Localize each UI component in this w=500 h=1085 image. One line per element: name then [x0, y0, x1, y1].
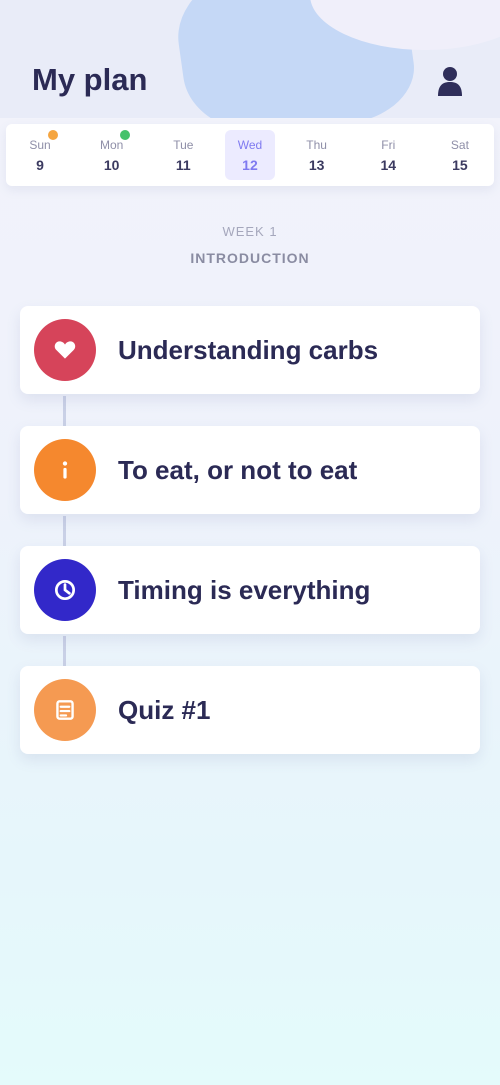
timeline-connector	[63, 636, 66, 666]
header: My plan	[0, 0, 500, 118]
timeline-connector	[63, 396, 66, 426]
day-wed[interactable]: Wed 12	[224, 130, 275, 180]
day-number: 10	[103, 156, 120, 173]
profile-button[interactable]	[432, 62, 468, 100]
day-mon[interactable]: Mon 10	[82, 124, 142, 186]
day-number: 15	[452, 156, 468, 173]
day-sat[interactable]: Sat 15	[430, 124, 490, 186]
page-title: My plan	[32, 62, 148, 97]
completed-dot	[119, 130, 130, 140]
clock-icon	[54, 579, 76, 601]
day-name: Fri	[381, 137, 396, 152]
day-name: Mon	[99, 137, 124, 152]
day-sun[interactable]: Sun 9	[10, 124, 70, 186]
week-day-selector: Sun 9 Mon 10 Tue 11 Wed 12 Thu 13 Fri 14…	[6, 124, 494, 186]
lesson-card[interactable]: Quiz #1	[20, 666, 480, 754]
day-name: Wed	[237, 137, 263, 152]
day-name: Sat	[450, 137, 469, 152]
day-number: 13	[308, 156, 325, 173]
lesson-icon-circle	[34, 319, 96, 381]
heart-icon	[54, 341, 76, 359]
timeline-connector	[63, 516, 66, 546]
day-name: Thu	[306, 137, 327, 152]
lesson-card[interactable]: Timing is everything	[20, 546, 480, 634]
day-number: 14	[380, 156, 397, 173]
lesson-title: To eat, or not to eat	[118, 455, 358, 485]
day-number: 9	[36, 156, 44, 173]
week-label: WEEK 1	[222, 224, 278, 239]
lesson-title: Timing is everything	[118, 575, 371, 605]
week-subtitle: INTRODUCTION	[190, 250, 310, 266]
day-thu[interactable]: Thu 13	[287, 124, 347, 186]
day-name: Sun	[29, 137, 51, 152]
day-fri[interactable]: Fri 14	[358, 124, 418, 186]
completed-dot	[48, 130, 58, 140]
lesson-title: Understanding carbs	[118, 335, 379, 365]
lesson-title: Quiz #1	[118, 695, 211, 725]
lesson-card[interactable]: To eat, or not to eat	[20, 426, 480, 514]
day-number: 12	[242, 156, 258, 173]
day-name: Tue	[173, 137, 194, 152]
lesson-icon-circle	[34, 679, 96, 741]
lesson-icon-circle	[34, 559, 96, 621]
day-tue[interactable]: Tue 11	[153, 124, 213, 186]
info-icon	[62, 461, 68, 479]
day-number: 11	[175, 156, 191, 173]
user-icon	[438, 67, 462, 96]
quiz-icon	[56, 700, 74, 720]
lesson-card[interactable]: Understanding carbs	[20, 306, 480, 394]
lesson-icon-circle	[34, 439, 96, 501]
